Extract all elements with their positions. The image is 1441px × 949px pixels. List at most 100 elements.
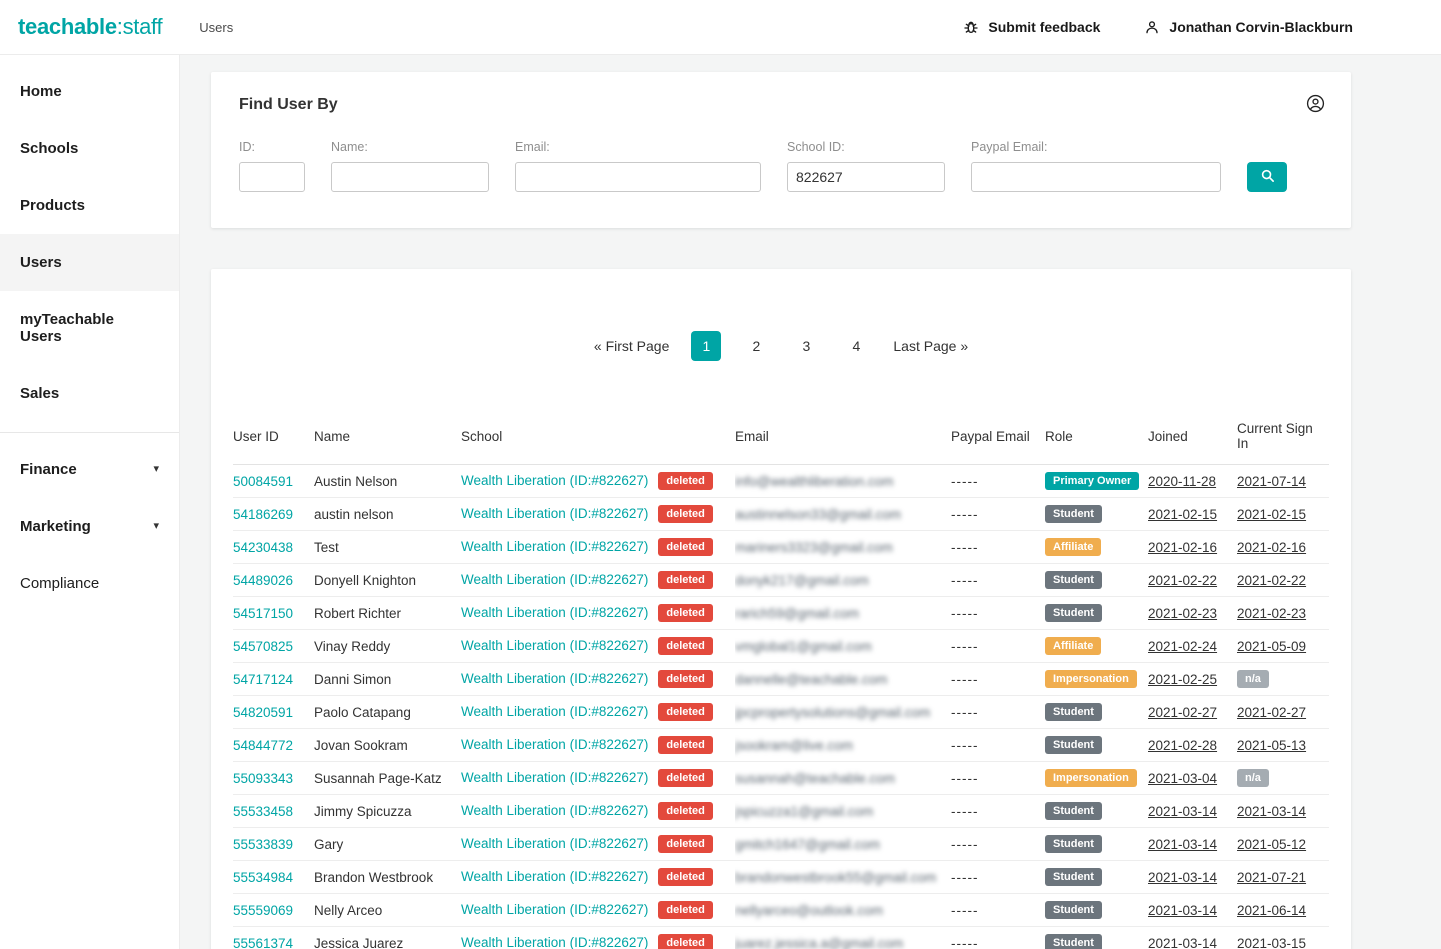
user-id-link[interactable]: 54844772 bbox=[233, 738, 293, 753]
last-page-link[interactable]: Last Page » bbox=[891, 334, 970, 358]
school-link[interactable]: Wealth Liberation (ID:#822627) bbox=[461, 638, 648, 653]
person-circle-icon bbox=[1306, 94, 1325, 118]
first-page-link[interactable]: « First Page bbox=[592, 334, 671, 358]
page-3[interactable]: 3 bbox=[791, 331, 821, 361]
table-row: 55561374 Jessica Juarez Wealth Liberation … bbox=[233, 926, 1329, 949]
sidebar-item-marketing[interactable]: Marketing ▾ bbox=[0, 498, 179, 555]
sidebar-item-users[interactable]: Users bbox=[0, 234, 179, 291]
find-email-input[interactable] bbox=[515, 162, 761, 192]
email-cell: jpcpropertysolutions@gmail.com bbox=[735, 704, 931, 720]
sidebar-secondary-nav: Finance ▾ Marketing ▾ Compliance bbox=[0, 441, 179, 612]
table-row: 54570825 Vinay Reddy Wealth Liberation (ID… bbox=[233, 629, 1329, 663]
school-link[interactable]: Wealth Liberation (ID:#822627) bbox=[461, 473, 648, 488]
school-link[interactable]: Wealth Liberation (ID:#822627) bbox=[461, 803, 648, 818]
table-row: 55559069 Nelly Arceo Wealth Liberation (ID… bbox=[233, 893, 1329, 927]
search-button[interactable] bbox=[1247, 162, 1287, 192]
find-school-id-input[interactable] bbox=[787, 162, 945, 192]
user-id-link[interactable]: 55093343 bbox=[233, 771, 293, 786]
joined-date: 2021-02-22 bbox=[1148, 572, 1218, 588]
school-link[interactable]: Wealth Liberation (ID:#822627) bbox=[461, 836, 648, 851]
paypal-email-cell: ----- bbox=[951, 794, 1045, 828]
email-cell: dannelle@teachable.com bbox=[735, 671, 888, 687]
sidebar-item-schools[interactable]: Schools bbox=[0, 120, 179, 177]
school-link[interactable]: Wealth Liberation (ID:#822627) bbox=[461, 770, 648, 785]
school-link[interactable]: Wealth Liberation (ID:#822627) bbox=[461, 935, 648, 949]
find-name-input[interactable] bbox=[331, 162, 489, 192]
email-cell: austinnelson33@gmail.com bbox=[735, 506, 902, 522]
user-id-link[interactable]: 55533839 bbox=[233, 837, 293, 852]
sidebar-item-finance[interactable]: Finance ▾ bbox=[0, 441, 179, 498]
submit-feedback-button[interactable]: Submit feedback bbox=[963, 19, 1100, 35]
sidebar-item-sales[interactable]: Sales bbox=[0, 365, 179, 422]
table-row: 54489026 Donyell Knighton Wealth Liberatio… bbox=[233, 563, 1329, 597]
user-id-link[interactable]: 54186269 bbox=[233, 507, 293, 522]
user-icon bbox=[1144, 19, 1160, 35]
role-badge: Student bbox=[1045, 571, 1102, 589]
email-cell: mariners3323@gmail.com bbox=[735, 539, 893, 555]
user-name-cell: Nelly Arceo bbox=[314, 893, 461, 927]
user-id-link[interactable]: 54570825 bbox=[233, 639, 293, 654]
user-id-link[interactable]: 54517150 bbox=[233, 606, 293, 621]
user-id-link[interactable]: 55561374 bbox=[233, 936, 293, 949]
joined-date: 2021-02-25 bbox=[1148, 671, 1218, 687]
logo-brand: teachable bbox=[18, 14, 117, 39]
role-badge: Student bbox=[1045, 868, 1102, 886]
user-id-link[interactable]: 50084591 bbox=[233, 474, 293, 489]
paypal-email-cell: ----- bbox=[951, 827, 1045, 861]
sign-in-date: 2021-07-21 bbox=[1237, 869, 1307, 885]
user-id-link[interactable]: 55559069 bbox=[233, 903, 293, 918]
school-link[interactable]: Wealth Liberation (ID:#822627) bbox=[461, 737, 648, 752]
school-link[interactable]: Wealth Liberation (ID:#822627) bbox=[461, 539, 648, 554]
user-name-cell: Robert Richter bbox=[314, 596, 461, 630]
find-paypal-email-input[interactable] bbox=[971, 162, 1221, 192]
user-name-cell: Test bbox=[314, 530, 461, 564]
user-id-link[interactable]: 55533458 bbox=[233, 804, 293, 819]
school-link[interactable]: Wealth Liberation (ID:#822627) bbox=[461, 506, 648, 521]
user-name-cell: Austin Nelson bbox=[314, 464, 461, 498]
find-user-title: Find User By bbox=[239, 96, 338, 113]
school-link[interactable]: Wealth Liberation (ID:#822627) bbox=[461, 572, 648, 587]
email-cell: jsookram@live.com bbox=[735, 737, 853, 753]
user-name-cell: Brandon Westbrook bbox=[314, 860, 461, 894]
school-link[interactable]: Wealth Liberation (ID:#822627) bbox=[461, 902, 648, 917]
email-cell: brandonwestbrook55@gmail.com bbox=[735, 869, 937, 885]
breadcrumb: Users bbox=[199, 19, 234, 35]
sidebar-item-myteachable-users[interactable]: myTeachable Users bbox=[0, 291, 179, 365]
user-id-link[interactable]: 54489026 bbox=[233, 573, 293, 588]
sidebar-item-compliance[interactable]: Compliance bbox=[0, 555, 179, 612]
user-id-link[interactable]: 54820591 bbox=[233, 705, 293, 720]
school-link[interactable]: Wealth Liberation (ID:#822627) bbox=[461, 704, 648, 719]
user-menu[interactable]: Jonathan Corvin-Blackburn bbox=[1144, 19, 1353, 35]
sidebar-item-products[interactable]: Products bbox=[0, 177, 179, 234]
sidebar-item-home[interactable]: Home bbox=[0, 63, 179, 120]
joined-date: 2021-03-14 bbox=[1148, 869, 1218, 885]
user-id-link[interactable]: 55534984 bbox=[233, 870, 293, 885]
joined-date: 2021-02-27 bbox=[1148, 704, 1218, 720]
user-id-link[interactable]: 54717124 bbox=[233, 672, 293, 687]
joined-date: 2021-03-14 bbox=[1148, 803, 1218, 819]
paypal-email-cell: ----- bbox=[951, 497, 1045, 531]
joined-date: 2021-03-14 bbox=[1148, 935, 1218, 949]
school-link[interactable]: Wealth Liberation (ID:#822627) bbox=[461, 869, 648, 884]
user-id-link[interactable]: 54230438 bbox=[233, 540, 293, 555]
paypal-email-cell: ----- bbox=[951, 464, 1045, 498]
users-table: User ID Name School Email Paypal Email Role Jo… bbox=[233, 411, 1329, 949]
column-header-joined: Joined bbox=[1148, 411, 1237, 465]
email-cell: vmglobal1@gmail.com bbox=[735, 638, 872, 654]
deleted-badge: deleted bbox=[658, 637, 713, 655]
user-name-cell: Paolo Catapang bbox=[314, 695, 461, 729]
page-2[interactable]: 2 bbox=[741, 331, 771, 361]
school-link[interactable]: Wealth Liberation (ID:#822627) bbox=[461, 605, 648, 620]
school-link[interactable]: Wealth Liberation (ID:#822627) bbox=[461, 671, 648, 686]
role-badge: Student bbox=[1045, 802, 1102, 820]
page-1-current[interactable]: 1 bbox=[691, 331, 722, 361]
user-name-cell: Susannah Page-Katz bbox=[314, 761, 461, 795]
joined-date: 2021-02-24 bbox=[1148, 638, 1218, 654]
find-field-email: Email: bbox=[515, 140, 761, 192]
na-badge: n/a bbox=[1237, 769, 1269, 787]
joined-date: 2020-11-28 bbox=[1148, 473, 1217, 489]
app-logo[interactable]: teachable:staff bbox=[18, 14, 163, 40]
page-4[interactable]: 4 bbox=[841, 331, 871, 361]
submit-feedback-label: Submit feedback bbox=[988, 19, 1101, 35]
find-id-input[interactable] bbox=[239, 162, 305, 192]
